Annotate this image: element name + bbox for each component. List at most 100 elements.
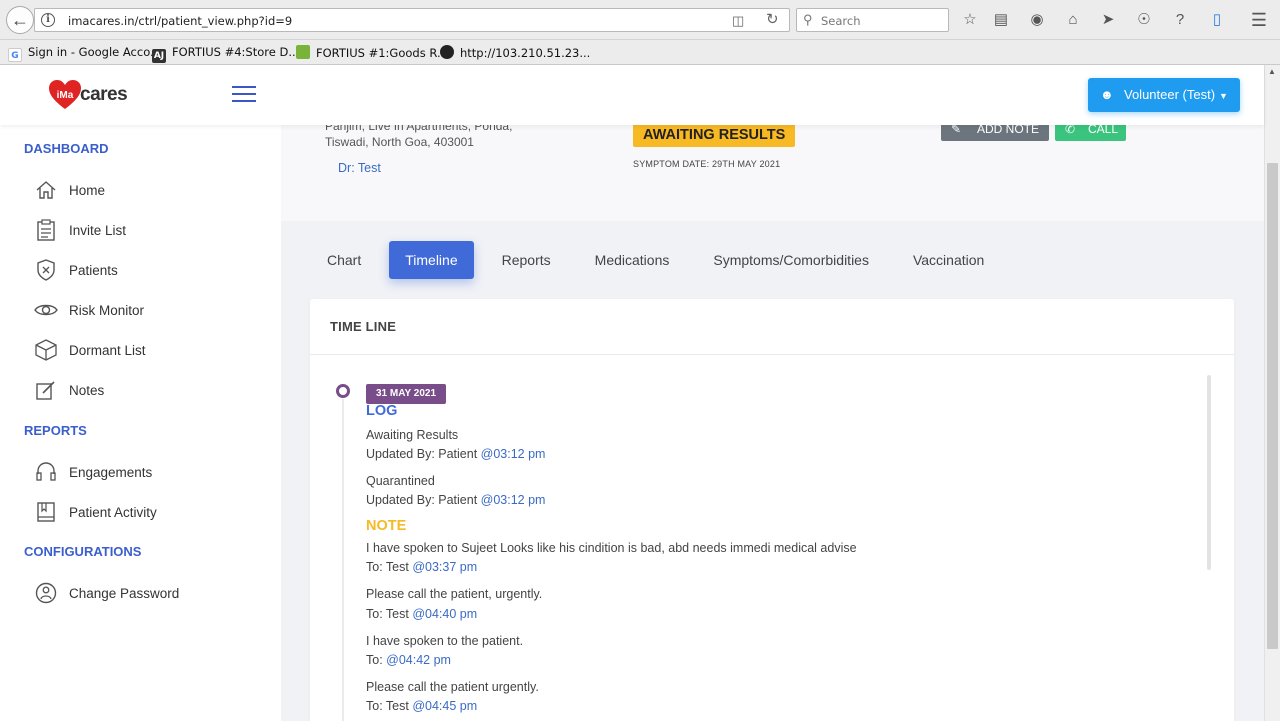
sidebar-item-patient-activity[interactable]: Patient Activity (34, 500, 157, 524)
bookmark-fortius-4[interactable]: AJ FORTIUS #4:Store D... (152, 45, 299, 63)
note-entry-text: I have spoken to the patient. (366, 634, 524, 648)
reload-icon[interactable]: ↻ (766, 10, 779, 28)
tab-reports[interactable]: Reports (486, 241, 567, 279)
add-note-button[interactable]: ✎ ADD NOTE (941, 125, 1049, 141)
timeline-card: TIME LINE 31 MAY 2021 LOG Awaiting Resul… (310, 299, 1234, 721)
patient-info-card: Panjim, Live In Apartments, Ponda, Tiswa… (281, 125, 1264, 221)
sidebar-item-risk-monitor[interactable]: Risk Monitor (34, 298, 144, 322)
search-icon: ⚲ (803, 12, 813, 27)
extension-icon[interactable]: ▯ (1206, 9, 1228, 31)
note-entry-meta: To: Test @04:40 pm (366, 607, 478, 621)
sidebar-item-dormant-list[interactable]: Dormant List (34, 338, 146, 362)
timeline-title: TIME LINE (330, 319, 397, 334)
edit-icon: ✎ (951, 125, 962, 136)
scroll-up-icon[interactable]: ▲ (1268, 67, 1276, 76)
browser-search-input[interactable]: ⚲ Search (796, 8, 949, 32)
tab-vaccination[interactable]: Vaccination (897, 241, 1000, 279)
note-entry-text: Please call the patient urgently. (366, 680, 539, 694)
menu-icon[interactable]: ☰ (1248, 9, 1270, 31)
sidebar-item-patients[interactable]: Patients (34, 258, 118, 282)
caret-down-icon: ▼ (1219, 91, 1228, 101)
heart-logo-icon: iMa (49, 80, 81, 109)
sidebar-item-change-password[interactable]: Change Password (34, 581, 179, 605)
patient-tabs: Chart Timeline Reports Medications Sympt… (311, 241, 1012, 279)
tab-medications[interactable]: Medications (579, 241, 686, 279)
sidebar-item-invite-list[interactable]: Invite List (34, 218, 126, 242)
log-entry-text: Quarantined (366, 474, 435, 488)
sidebar-heading-reports: REPORTS (24, 423, 87, 438)
imacares-logo[interactable]: iMa cares (48, 79, 128, 111)
page-scrollbar[interactable]: ▲ (1264, 65, 1280, 721)
clipboard-icon (34, 218, 58, 242)
help-icon[interactable]: ? (1169, 9, 1191, 31)
note-entry-meta: To: @04:42 pm (366, 653, 451, 667)
note-entry-meta: To: Test @03:37 pm (366, 560, 478, 574)
user-icon: ☻ (1100, 87, 1114, 102)
pocket-icon[interactable]: ◉ (1026, 9, 1048, 31)
scrollbar-thumb[interactable] (1267, 163, 1278, 649)
note-entry-text: I have spoken to Sujeet Looks like his c… (366, 541, 857, 555)
note-entry-text: Please call the patient, urgently. (366, 587, 543, 601)
home-icon (34, 178, 58, 202)
tab-chart[interactable]: Chart (311, 241, 377, 279)
headset-icon (34, 460, 58, 484)
web-icon[interactable]: ☉ (1133, 9, 1155, 31)
bookmark-ip[interactable]: http://103.210.51.23... (440, 45, 590, 60)
log-entry-text: Awaiting Results (366, 428, 459, 442)
patient-address-line1: Panjim, Live In Apartments, Ponda, (325, 125, 513, 133)
sidebar-item-notes[interactable]: Notes (34, 378, 104, 402)
sidebar-item-home[interactable]: Home (34, 178, 105, 202)
aj-icon: AJ (152, 49, 166, 63)
bookmark-fortius-1[interactable]: FORTIUS #1:Goods R... (296, 45, 448, 60)
symptom-date: SYMPTOM DATE: 29TH MAY 2021 (633, 159, 781, 169)
leaf-icon (296, 45, 310, 59)
note-icon (34, 378, 58, 402)
info-icon[interactable]: i (41, 13, 55, 27)
reader-view-icon[interactable]: ◫ (732, 13, 744, 29)
patient-address-line2: Tiswadi, North Goa, 403001 (325, 135, 474, 149)
shield-icon (34, 258, 58, 282)
sidebar-item-engagements[interactable]: Engagements (34, 460, 152, 484)
timeline-scrollbar[interactable] (1207, 375, 1211, 570)
tab-timeline[interactable]: Timeline (389, 241, 474, 279)
search-placeholder: Search (821, 14, 861, 28)
back-arrow-icon[interactable]: ← (6, 6, 34, 34)
svg-text:iMa: iMa (57, 90, 74, 101)
status-badge: AWAITING RESULTS (633, 125, 796, 147)
note-entry-meta: To: Test @04:45 pm (366, 699, 478, 713)
log-entry-meta: Updated By: Patient @03:12 pm (366, 493, 546, 507)
call-button[interactable]: ✆ CALL (1055, 125, 1126, 141)
bookmarks-bar: G Sign in - Google Acco... AJ FORTIUS #4:S… (0, 40, 1280, 65)
log-entry-meta: Updated By: Patient @03:12 pm (366, 447, 546, 461)
note-heading: NOTE (366, 518, 407, 534)
library-icon[interactable]: ▤ (990, 9, 1012, 31)
url-bar[interactable]: i imacares.in/ctrl/patient_view.php?id=9… (34, 8, 790, 32)
browser-toolbar: ← i imacares.in/ctrl/patient_view.php?id… (0, 0, 1280, 40)
phone-icon: ✆ (1065, 125, 1076, 136)
date-badge: 31 MAY 2021 (366, 384, 447, 404)
sidebar: DASHBOARD Home Invite List Patients Risk… (0, 125, 281, 721)
globe-icon (440, 45, 454, 59)
divider (310, 354, 1234, 355)
main-content: Panjim, Live In Apartments, Ponda, Tiswa… (281, 125, 1264, 721)
home-browser-icon[interactable]: ⌂ (1062, 9, 1084, 31)
user-menu-button[interactable]: ☻ Volunteer (Test) ▼ (1088, 78, 1240, 112)
logo-text: cares (80, 84, 128, 105)
sidebar-heading-configurations: CONFIGURATIONS (24, 544, 142, 559)
sidebar-heading-dashboard: DASHBOARD (24, 141, 109, 156)
hamburger-menu-icon[interactable] (232, 86, 256, 104)
eye-icon (34, 298, 58, 322)
book-icon (34, 500, 58, 524)
timeline-dot-icon (336, 384, 350, 398)
bookmark-google[interactable]: G Sign in - Google Acco... (8, 45, 161, 62)
bookmark-star-icon[interactable]: ☆ (959, 9, 981, 31)
doctor-link[interactable]: Dr: Test (338, 161, 381, 175)
timeline-line (342, 399, 344, 721)
url-text: imacares.in/ctrl/patient_view.php?id=9 (68, 14, 293, 28)
tab-symptoms-comorbidities[interactable]: Symptoms/Comorbidities (697, 241, 885, 279)
app-header: iMa cares ☻ Volunteer (Test) ▼ (0, 65, 1264, 125)
google-icon: G (8, 48, 22, 62)
log-heading: LOG (366, 403, 398, 419)
user-circle-icon (34, 581, 58, 605)
send-icon[interactable]: ➤ (1097, 9, 1119, 31)
